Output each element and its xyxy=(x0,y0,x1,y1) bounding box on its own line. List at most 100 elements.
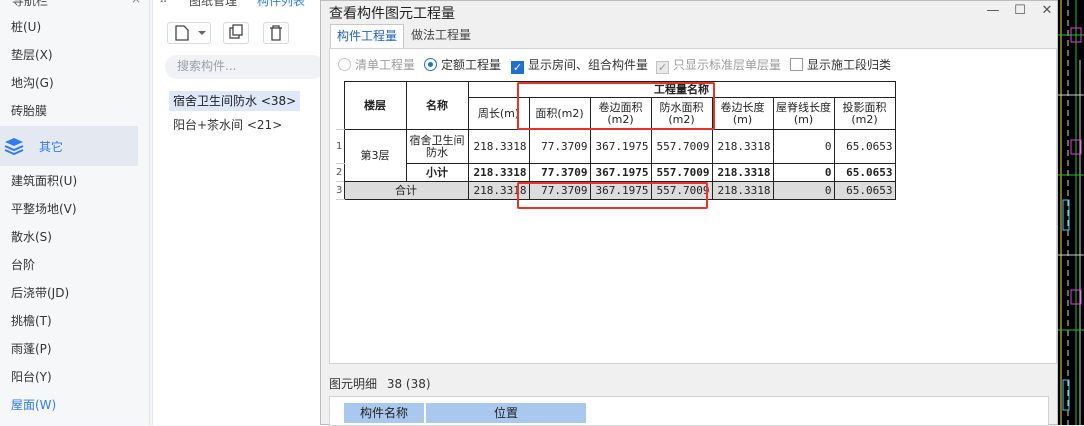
detail-summary: 图元明细 38 (38) xyxy=(329,375,431,392)
cell-name: 合计 xyxy=(343,181,469,200)
cad-canvas[interactable] xyxy=(1058,0,1084,425)
table-row-subtotal[interactable]: 2 小计 218.3318 77.3709 367.1975 557.7009 … xyxy=(336,163,896,182)
table-row-total[interactable]: 3 合计 218.3318 77.3709 367.1975 557.7009 … xyxy=(336,181,896,200)
cell-value: 0 xyxy=(772,129,835,164)
tab-drawing-management[interactable]: 图纸管理 xyxy=(189,0,237,9)
minimize-icon[interactable]: — xyxy=(983,3,1003,18)
header-floor: 楼层 xyxy=(343,81,407,130)
header-name: 名称 xyxy=(405,81,469,130)
cell-value: 77.3709 xyxy=(528,181,591,200)
delete-button[interactable] xyxy=(263,22,289,44)
list-item-toilet-waterproof[interactable]: 宿舍卫生间防水 <38> xyxy=(169,91,301,111)
detail-label: 图元明细 xyxy=(329,377,378,391)
cell-value: 65.0653 xyxy=(833,163,896,182)
cell-value: 65.0653 xyxy=(833,181,896,200)
cell-value: 218.3318 xyxy=(711,129,774,164)
tab-component-list[interactable]: 构件列表 xyxy=(257,0,305,9)
close-icon[interactable]: × xyxy=(131,0,141,6)
layers-icon xyxy=(4,138,24,155)
cell-value: 367.1975 xyxy=(589,129,652,164)
table-row[interactable]: 1 第3层 宿舍卫生间防水 218.3318 77.3709 367.1975 … xyxy=(336,129,896,182)
grip-icon: ⠿ xyxy=(159,0,168,6)
tab-method-quantity[interactable]: 做法工程量 xyxy=(405,24,477,48)
header-ridge-length: 屋脊线长度(m) xyxy=(772,97,835,130)
checkbox-std-floor-label: 只显示标准层单层量 xyxy=(673,58,782,72)
mid-tabbar: ⠿ 图纸管理 构件列表 xyxy=(153,0,323,8)
cell-value: 367.1975 xyxy=(589,181,652,200)
navigation-panel: 导航栏 × 桩(U) 垫层(X) 地沟(G) 砖胎膜 其它 建筑面积(U) 平整… xyxy=(0,0,150,425)
nav-item-post-pour-strip[interactable]: 后浇带(JD) xyxy=(11,285,69,301)
cell-value: 77.3709 xyxy=(528,129,591,164)
component-list-panel: ⠿ 图纸管理 构件列表 宿舍卫生间防水 <38> 阳台+茶水间 <21> xyxy=(152,0,325,425)
nav-title: 导航栏 xyxy=(12,0,49,8)
cad-drawing xyxy=(1058,0,1084,425)
nav-item-canopy[interactable]: 雨蓬(P) xyxy=(11,341,52,357)
header-perimeter: 周长(m) xyxy=(467,97,530,130)
cell-value: 218.3318 xyxy=(467,129,530,164)
detail-header-position[interactable]: 位置 xyxy=(426,403,586,423)
radio-quota-quantity[interactable]: 定额工程量 xyxy=(424,57,501,75)
nav-item-roof[interactable]: 屋面(W) xyxy=(11,397,56,413)
cell-value: 218.3318 xyxy=(467,163,530,182)
tab-component-quantity[interactable]: 构件工程量 xyxy=(330,24,405,48)
checkbox-construction-segment[interactable]: 显示施工段归类 xyxy=(790,57,891,75)
radio-bill-label: 清单工程量 xyxy=(355,58,416,72)
nav-item-eave[interactable]: 挑檐(T) xyxy=(11,313,52,329)
nav-group-label: 其它 xyxy=(39,140,64,154)
maximize-icon[interactable]: ☐ xyxy=(1010,3,1030,18)
row-number: 1 xyxy=(336,129,344,164)
checkbox-construction-label: 显示施工段归类 xyxy=(807,58,892,72)
header-curl-area: 卷边面积(m2) xyxy=(589,97,652,130)
dialog-content: 清单工程量 定额工程量 ✓ 显示房间、组合构件量 ✓ 只显示标准层单层量 显示施工段… xyxy=(329,48,1057,364)
cell-value: 218.3318 xyxy=(467,181,530,200)
cell-name: 小计 xyxy=(405,163,469,182)
checkbox-std-floor[interactable]: ✓ 只显示标准层单层量 xyxy=(656,57,781,75)
cell-value: 557.7009 xyxy=(650,129,713,164)
detail-header-name[interactable]: 构件名称 xyxy=(344,403,424,423)
radio-quota-label: 定额工程量 xyxy=(441,58,502,72)
radio-bill-quantity[interactable]: 清单工程量 xyxy=(338,57,415,75)
nav-item-balcony[interactable]: 阳台(Y) xyxy=(11,369,52,385)
cell-value: 557.7009 xyxy=(650,181,713,200)
search-input[interactable] xyxy=(177,59,317,73)
cell-value: 557.7009 xyxy=(650,163,713,182)
copy-icon xyxy=(229,24,243,39)
quantity-dialog: 查看构件图元工程量 — ☐ ✕ 构件工程量 做法工程量 清单工程量 定额工程量 … xyxy=(320,0,1058,426)
close-icon[interactable]: ✕ xyxy=(1037,3,1057,18)
cell-value: 367.1975 xyxy=(589,163,652,182)
detail-grid: 构件名称 位置 xyxy=(329,396,1049,426)
cell-floor: 第3层 xyxy=(343,129,407,182)
nav-header: 导航栏 × xyxy=(0,0,150,8)
cell-value: 65.0653 xyxy=(833,129,896,164)
checkbox-show-rooms-label: 显示房间、组合构件量 xyxy=(528,58,649,72)
trash-icon xyxy=(270,25,282,41)
copy-button[interactable] xyxy=(223,22,249,44)
header-quantity-group: 工程量名称 xyxy=(467,81,896,98)
nav-item-site-leveling[interactable]: 平整场地(V) xyxy=(11,201,77,217)
nav-item-cushion[interactable]: 垫层(X) xyxy=(11,47,53,63)
cell-value: 77.3709 xyxy=(528,163,591,182)
row-number: 2 xyxy=(336,163,344,182)
header-curl-length: 卷边长度(m) xyxy=(711,97,774,130)
nav-item-steps[interactable]: 台阶 xyxy=(11,257,35,273)
cell-value: 218.3318 xyxy=(711,163,774,182)
quantity-table: 楼层 名称 工程量名称 周长(m) 面积(m2) 卷边面积(m2) 防水面积(m… xyxy=(336,81,896,200)
nav-item-apron[interactable]: 散水(S) xyxy=(11,229,52,245)
nav-item-building-area[interactable]: 建筑面积(U) xyxy=(11,173,77,189)
header-waterproof-area: 防水面积(m2) xyxy=(650,97,713,130)
row-number: 3 xyxy=(336,181,344,200)
cell-value: 218.3318 xyxy=(711,181,774,200)
header-projected-area: 投影面积(m2) xyxy=(833,97,896,130)
new-file-icon xyxy=(175,25,206,41)
search-box xyxy=(165,55,325,79)
list-item-balcony-tea-room[interactable]: 阳台+茶水间 <21> xyxy=(169,115,286,135)
nav-item-trench[interactable]: 地沟(G) xyxy=(11,75,54,91)
nav-group-other[interactable]: 其它 xyxy=(0,126,138,166)
nav-item-pile[interactable]: 桩(U) xyxy=(11,19,41,35)
new-component-button[interactable] xyxy=(167,22,211,44)
checkbox-show-rooms[interactable]: ✓ 显示房间、组合构件量 xyxy=(511,57,648,75)
nav-item-brick-mold[interactable]: 砖胎膜 xyxy=(11,103,47,119)
cell-name: 宿舍卫生间防水 xyxy=(405,129,469,164)
cell-value: 0 xyxy=(772,181,835,200)
header-area: 面积(m2) xyxy=(528,97,591,130)
